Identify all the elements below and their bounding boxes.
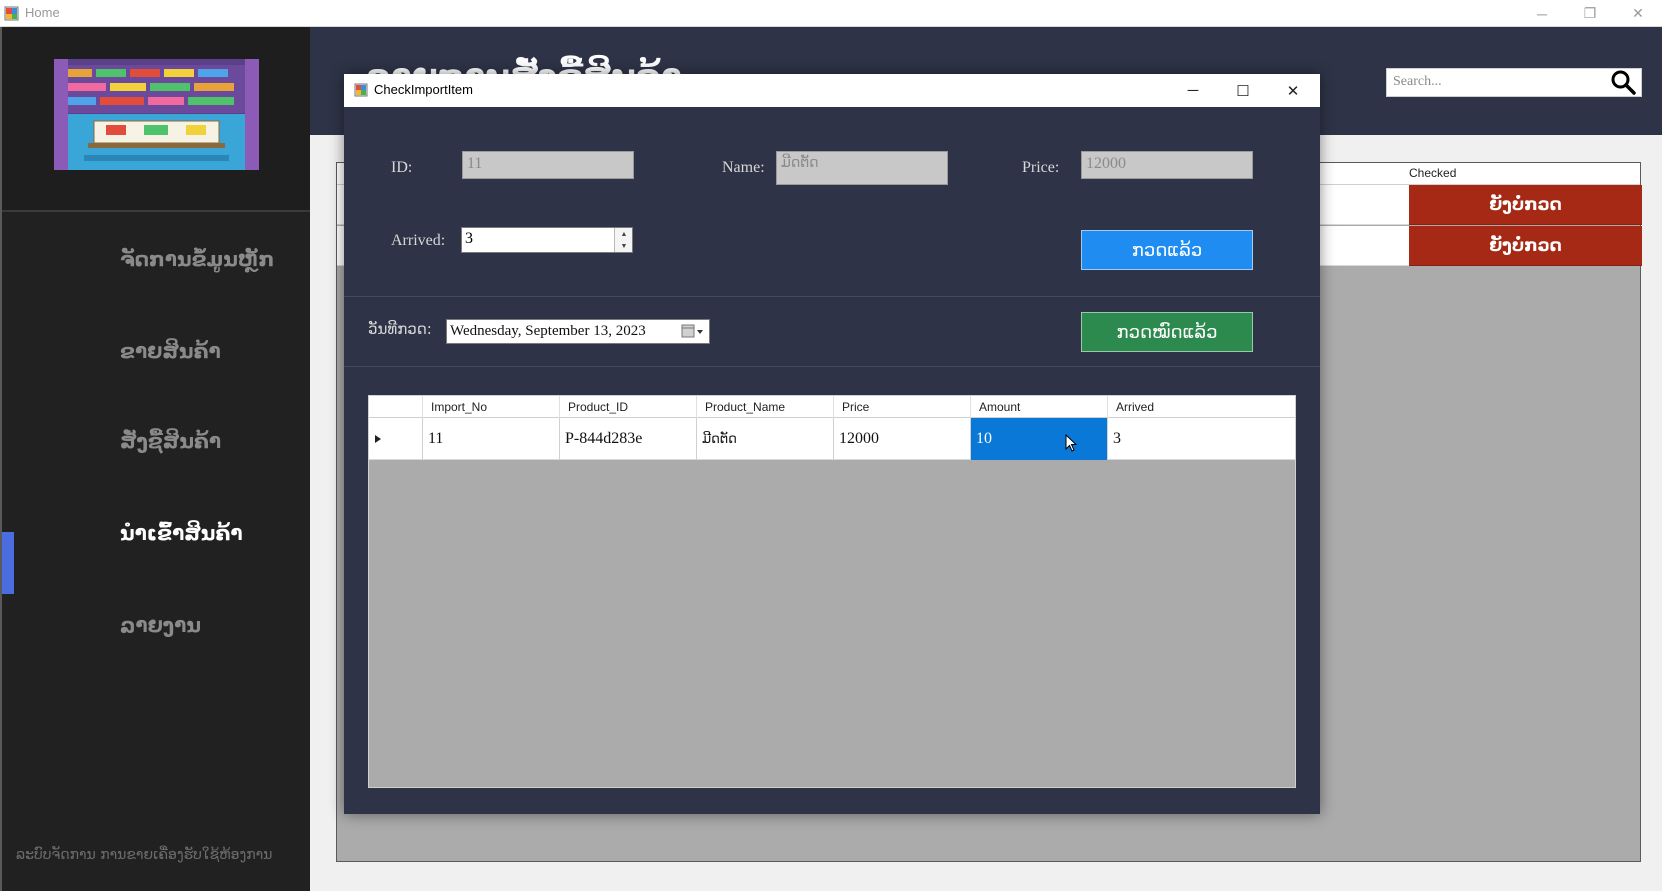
app-icon bbox=[354, 83, 368, 97]
sidebar-item-master-data[interactable]: ຈັດການຂໍ້ມູນຫຼັກ bbox=[120, 247, 274, 271]
arrived-stepper[interactable]: 3 bbox=[461, 227, 633, 253]
price-label: Price: bbox=[1022, 159, 1060, 176]
spin-up-icon[interactable]: ▲ bbox=[615, 228, 633, 240]
search-placeholder: Search... bbox=[1393, 74, 1442, 89]
arrived-label: Arrived: bbox=[391, 232, 446, 249]
logo-panel bbox=[2, 27, 310, 212]
window-restore-button[interactable]: ❐ bbox=[1566, 0, 1614, 27]
window-minimize-button[interactable]: ─ bbox=[1518, 0, 1566, 27]
status-badge[interactable]: ຍັງບໍ່ກວດ bbox=[1409, 226, 1642, 266]
row-header[interactable] bbox=[369, 418, 422, 460]
column-header-product-name[interactable]: Product_Name bbox=[696, 396, 833, 418]
id-field[interactable]: 11 bbox=[462, 151, 634, 179]
name-label: Name: bbox=[722, 159, 765, 176]
check-date-label: ວັນທີກວດ: bbox=[368, 320, 432, 338]
check-import-item-dialog: CheckImportItem ─ ☐ ✕ ID: 11 Name: ມີດຕັ… bbox=[344, 74, 1320, 814]
window-close-button[interactable]: ✕ bbox=[1614, 0, 1662, 27]
row-pointer-icon bbox=[375, 435, 381, 443]
cell-product-name[interactable]: ມີດຕັດ bbox=[696, 418, 833, 460]
calendar-icon[interactable] bbox=[680, 321, 706, 342]
all-checked-button[interactable]: ກວດໝົດແລ້ວ bbox=[1081, 312, 1253, 352]
window-title: Home bbox=[25, 5, 60, 20]
import-items-grid: Import_No Product_ID Product_Name Price … bbox=[368, 395, 1296, 788]
grid-header: Import_No Product_ID Product_Name Price … bbox=[369, 396, 1295, 418]
dialog-minimize-button[interactable]: ─ bbox=[1168, 74, 1218, 107]
status-badge[interactable]: ຍັງບໍ່ກວດ bbox=[1409, 185, 1642, 225]
price-field[interactable]: 12000 bbox=[1081, 151, 1253, 179]
divider bbox=[344, 296, 1320, 297]
dialog-titlebar: CheckImportItem ─ ☐ ✕ bbox=[344, 74, 1320, 107]
sidebar: ຈັດການຂໍ້ມູນຫຼັກ ຂາຍສິນຄ້າ ສັ່ງຊື້ສິນຄ້າ… bbox=[0, 27, 310, 891]
column-header-product-id[interactable]: Product_ID bbox=[559, 396, 696, 418]
name-field[interactable]: ມີດຕັດ bbox=[776, 151, 948, 185]
cell-price[interactable]: 12000 bbox=[833, 418, 970, 460]
app-icon bbox=[4, 6, 19, 21]
cell-product-id[interactable]: P-844d283e bbox=[559, 418, 696, 460]
dialog-title: CheckImportItem bbox=[374, 82, 473, 97]
active-nav-indicator bbox=[2, 532, 14, 594]
cell-amount[interactable]: 10 bbox=[970, 418, 1107, 460]
search-icon[interactable] bbox=[1610, 69, 1636, 95]
sidebar-item-import-goods[interactable]: ນຳເຂົ້າສິນຄ້າ bbox=[120, 521, 243, 545]
check-button[interactable]: ກວດແລ້ວ bbox=[1081, 230, 1253, 270]
column-header-price[interactable]: Price bbox=[833, 396, 970, 418]
sidebar-item-purchase-order[interactable]: ສັ່ງຊື້ສິນຄ້າ bbox=[120, 429, 221, 453]
sidebar-footer-text: ລະບົບຈັດການ ການຂາຍເຄື່ອງຮັບໃຊ້ຫ້ອງການ bbox=[16, 847, 273, 863]
column-header-import-no[interactable]: Import_No bbox=[422, 396, 559, 418]
check-date-picker[interactable]: Wednesday, September 13, 2023 bbox=[446, 319, 710, 344]
column-header-checked: Checked bbox=[1409, 166, 1457, 180]
window-titlebar: Home ─ ❐ ✕ bbox=[0, 0, 1662, 27]
spin-down-icon[interactable]: ▼ bbox=[615, 240, 633, 252]
dialog-maximize-button[interactable]: ☐ bbox=[1218, 74, 1268, 107]
mouse-cursor-icon bbox=[1065, 434, 1078, 452]
column-header-arrived[interactable]: Arrived bbox=[1107, 396, 1295, 418]
shelf-logo bbox=[54, 59, 259, 170]
sidebar-item-sales[interactable]: ຂາຍສິນຄ້າ bbox=[120, 339, 221, 363]
column-header-amount[interactable]: Amount bbox=[970, 396, 1107, 418]
cell-import-no[interactable]: 11 bbox=[422, 418, 559, 460]
id-label: ID: bbox=[391, 159, 413, 176]
dialog-close-button[interactable]: ✕ bbox=[1268, 74, 1318, 107]
divider bbox=[344, 366, 1320, 367]
arrived-spin-buttons: ▲ ▼ bbox=[614, 228, 632, 252]
search-input[interactable]: Search... bbox=[1386, 68, 1642, 97]
table-row[interactable]: 11 P-844d283e ມີດຕັດ 12000 10 3 bbox=[369, 418, 1295, 460]
cell-arrived[interactable]: 3 bbox=[1107, 418, 1295, 460]
sidebar-item-reports[interactable]: ລາຍງານ bbox=[120, 613, 201, 637]
